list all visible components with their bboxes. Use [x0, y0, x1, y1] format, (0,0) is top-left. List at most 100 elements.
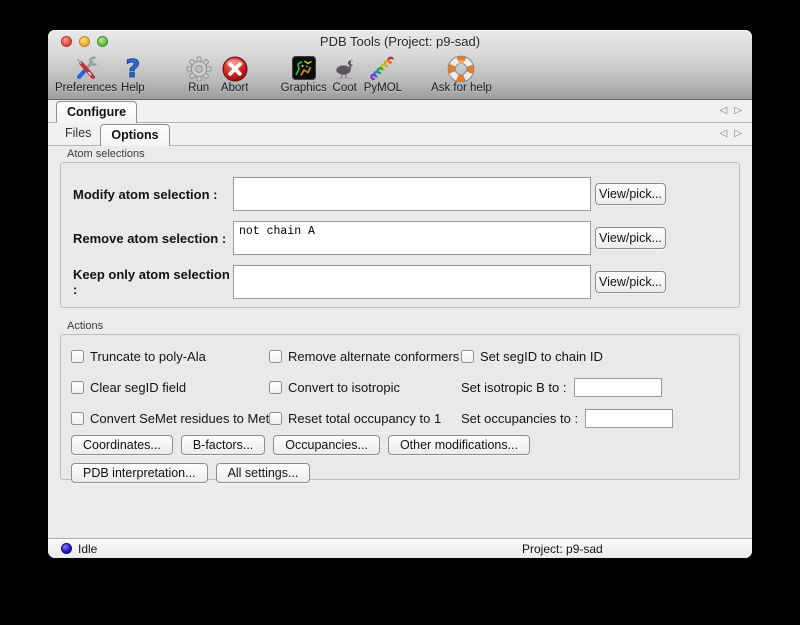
- tools-icon: [72, 54, 100, 82]
- window-title: PDB Tools (Project: p9-sad): [48, 30, 752, 53]
- checkbox-convert-isotropic: Convert to isotropic: [269, 380, 461, 395]
- toolbar-label: Run: [188, 82, 209, 94]
- set-occupancies-input[interactable]: [585, 409, 673, 428]
- options-page: Atom selections Modify atom selection : …: [48, 146, 752, 538]
- checkbox-label: Remove alternate conformers: [288, 349, 459, 364]
- set-isotropic-b-group: Set isotropic B to :: [461, 378, 739, 397]
- gear-icon: [185, 54, 213, 82]
- checkbox-label: Truncate to poly-Ala: [90, 349, 206, 364]
- checkbox-clear-segid: Clear segID field: [71, 380, 269, 395]
- tab-options[interactable]: Options: [100, 124, 169, 146]
- checkbox-box[interactable]: [461, 350, 474, 363]
- remove-selection-field[interactable]: not chain A: [233, 221, 591, 255]
- toolbar-label: Abort: [221, 82, 249, 94]
- tab-files[interactable]: Files: [56, 123, 100, 145]
- remove-selection-label: Remove atom selection :: [73, 231, 233, 246]
- minimize-button[interactable]: [79, 36, 90, 47]
- tabstrip-configure: Configure: [48, 100, 752, 123]
- question-icon: [126, 54, 141, 82]
- checkbox-remove-alt-conformers: Remove alternate conformers: [269, 349, 461, 364]
- occupancies-button[interactable]: Occupancies...: [273, 435, 380, 455]
- checkbox-label: Set segID to chain ID: [480, 349, 603, 364]
- selection-row: Remove atom selection : not chain A View…: [73, 221, 739, 255]
- tab-scroll-right-icon[interactable]: [734, 129, 742, 139]
- tab-scroll-left-icon[interactable]: [720, 129, 728, 139]
- keep-only-selection-label: Keep only atom selection :: [73, 267, 233, 297]
- molecule-graphics-icon: [290, 54, 318, 82]
- run-button[interactable]: Run: [185, 54, 213, 94]
- toolbar-label: Graphics: [281, 82, 327, 94]
- checkbox-label: Reset total occupancy to 1: [288, 411, 441, 426]
- actions-group: Truncate to poly-Ala Remove alternate co…: [60, 334, 740, 480]
- checkbox-set-segid-to-chain: Set segID to chain ID: [461, 349, 739, 364]
- group-label-actions: Actions: [67, 320, 740, 332]
- abort-x-icon: [221, 54, 249, 82]
- pdb-interpretation-button[interactable]: PDB interpretation...: [71, 463, 208, 483]
- view-pick-button[interactable]: View/pick...: [595, 183, 666, 205]
- coot-button[interactable]: Coot: [331, 54, 359, 94]
- abort-button[interactable]: Abort: [221, 54, 249, 94]
- tab-configure[interactable]: Configure: [56, 101, 137, 123]
- modify-selection-label: Modify atom selection :: [73, 187, 233, 202]
- help-button[interactable]: Help: [121, 54, 145, 94]
- status-text: Idle: [78, 542, 97, 556]
- checkbox-box[interactable]: [269, 381, 282, 394]
- checkbox-convert-semet: Convert SeMet residues to Met: [71, 411, 269, 426]
- lifebuoy-icon: [447, 54, 475, 82]
- checkbox-box[interactable]: [269, 350, 282, 363]
- set-isotropic-b-input[interactable]: [574, 378, 662, 397]
- checkbox-box[interactable]: [71, 381, 84, 394]
- titlebar[interactable]: PDB Tools (Project: p9-sad): [48, 30, 752, 52]
- zoom-button[interactable]: [97, 36, 108, 47]
- status-bar: Idle Project: p9-sad: [48, 538, 752, 558]
- group-label-atom-selections: Atom selections: [67, 148, 740, 160]
- set-isotropic-b-label: Set isotropic B to :: [461, 380, 567, 395]
- coordinates-button[interactable]: Coordinates...: [71, 435, 173, 455]
- traffic-lights: [61, 36, 108, 47]
- checkbox-truncate-poly-ala: Truncate to poly-Ala: [71, 349, 269, 364]
- checkbox-label: Convert to isotropic: [288, 380, 400, 395]
- close-button[interactable]: [61, 36, 72, 47]
- checkbox-label: Clear segID field: [90, 380, 186, 395]
- tabstrip-pages: Files Options: [48, 123, 752, 146]
- window-header: PDB Tools (Project: p9-sad) Preferences: [48, 30, 752, 100]
- checkbox-box[interactable]: [269, 412, 282, 425]
- set-occupancies-label: Set occupancies to :: [461, 411, 578, 426]
- project-label: Project: p9-sad: [522, 542, 603, 556]
- all-settings-button[interactable]: All settings...: [216, 463, 311, 483]
- view-pick-button[interactable]: View/pick...: [595, 271, 666, 293]
- pymol-button[interactable]: PyMOL: [364, 54, 402, 94]
- modify-selection-field[interactable]: [233, 177, 591, 211]
- checkbox-box[interactable]: [71, 350, 84, 363]
- checkbox-reset-occupancy: Reset total occupancy to 1: [269, 411, 461, 426]
- selection-row: Keep only atom selection : View/pick...: [73, 265, 739, 299]
- b-factors-button[interactable]: B-factors...: [181, 435, 265, 455]
- status-idle-icon: [61, 543, 72, 554]
- keep-only-selection-field[interactable]: [233, 265, 591, 299]
- toolbar-label: PyMOL: [364, 82, 402, 94]
- atom-selections-group: Modify atom selection : View/pick... Rem…: [60, 162, 740, 308]
- toolbar: Preferences Help: [48, 52, 752, 99]
- tab-scroll-arrows: [720, 123, 742, 145]
- coot-bird-icon: [331, 54, 359, 82]
- tab-scroll-left-icon[interactable]: [720, 106, 728, 116]
- actions-row: Truncate to poly-Ala Remove alternate co…: [71, 341, 739, 372]
- toolbar-label: Help: [121, 82, 145, 94]
- actions-buttons-row2: PDB interpretation... All settings...: [71, 463, 739, 483]
- ask-for-help-button[interactable]: Ask for help: [431, 54, 492, 94]
- graphics-button[interactable]: Graphics: [281, 54, 327, 94]
- pdb-tools-window: PDB Tools (Project: p9-sad) Preferences: [48, 30, 752, 558]
- selection-row: Modify atom selection : View/pick...: [73, 177, 739, 211]
- toolbar-label: Coot: [333, 82, 357, 94]
- other-modifications-button[interactable]: Other modifications...: [388, 435, 530, 455]
- set-occupancies-group: Set occupancies to :: [461, 409, 739, 428]
- view-pick-button[interactable]: View/pick...: [595, 227, 666, 249]
- toolbar-label: Ask for help: [431, 82, 492, 94]
- actions-buttons-row1: Coordinates... B-factors... Occupancies.…: [71, 435, 739, 455]
- tab-scroll-right-icon[interactable]: [734, 106, 742, 116]
- preferences-button[interactable]: Preferences: [55, 54, 117, 94]
- actions-row: Convert SeMet residues to Met Reset tota…: [71, 403, 739, 434]
- rainbow-ribbon-icon: [369, 54, 397, 82]
- checkbox-box[interactable]: [71, 412, 84, 425]
- checkbox-label: Convert SeMet residues to Met: [90, 411, 269, 426]
